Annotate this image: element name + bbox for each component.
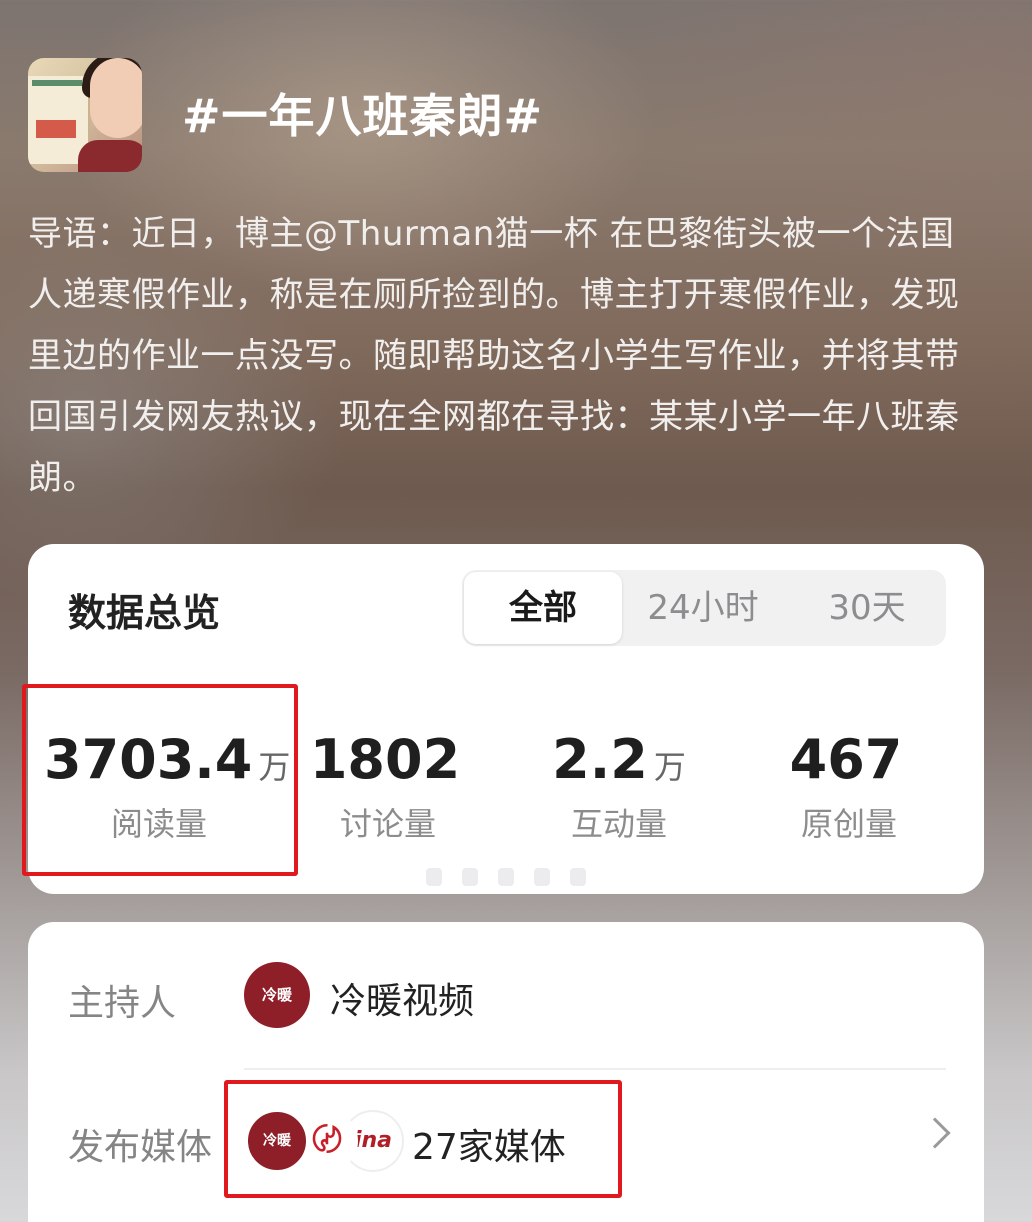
chevron-right-icon[interactable]: [919, 1117, 951, 1149]
stat-discussions-label: 讨论量: [339, 805, 436, 843]
topic-thumbnail[interactable]: [28, 58, 142, 172]
row-divider: [244, 1068, 946, 1070]
tab-30d[interactable]: 30天: [802, 570, 932, 646]
thumbnail-book-label: [36, 120, 76, 138]
thumbnail-book-stripe: [32, 80, 82, 86]
media-label: 发布媒体: [68, 1127, 213, 1168]
page-indicator-dot: [570, 868, 586, 886]
stat-interactions-value: 2.2: [552, 728, 648, 791]
page-indicator-dot: [426, 868, 442, 886]
page-indicator: [426, 866, 590, 888]
stat-discussions: 1802 讨论量: [273, 728, 503, 845]
stat-originals: 467 原创量: [734, 728, 964, 845]
topic-header: #一年八班秦朗#: [28, 58, 1008, 174]
stat-interactions: 2.2 万 互动量: [504, 728, 734, 845]
stat-discussions-value: 1802: [309, 728, 461, 791]
host-name[interactable]: 冷暖视频: [330, 972, 474, 1024]
topic-intro: 导语：近日，博主@Thurman猫一杯 在巴黎街头被一个法国人递寒假作业，称是在…: [28, 214, 960, 498]
tab-all[interactable]: 全部: [464, 572, 622, 644]
media-avatar-lengnuan: 冷暖: [246, 1110, 308, 1172]
stat-interactions-label: 互动量: [570, 805, 667, 843]
topic-title: #一年八班秦朗#: [182, 89, 544, 143]
host-avatar[interactable]: 冷暖: [244, 962, 310, 1028]
time-range-tabs: 全部 24小时 30天: [462, 570, 946, 646]
reads-highlight-box: [22, 684, 298, 876]
page-indicator-dot: [462, 868, 478, 886]
thumbnail-body: [78, 140, 142, 172]
stat-originals-value: 467: [789, 728, 903, 791]
thumbnail-face: [90, 58, 142, 138]
tab-24h[interactable]: 24小时: [638, 570, 768, 646]
host-label: 主持人: [68, 983, 177, 1024]
page-indicator-dot: [534, 868, 550, 886]
overview-title: 数据总览: [68, 591, 221, 635]
stat-originals-label: 原创量: [800, 805, 897, 843]
page-indicator-dot: [498, 868, 514, 886]
stat-interactions-unit: 万: [653, 748, 686, 786]
